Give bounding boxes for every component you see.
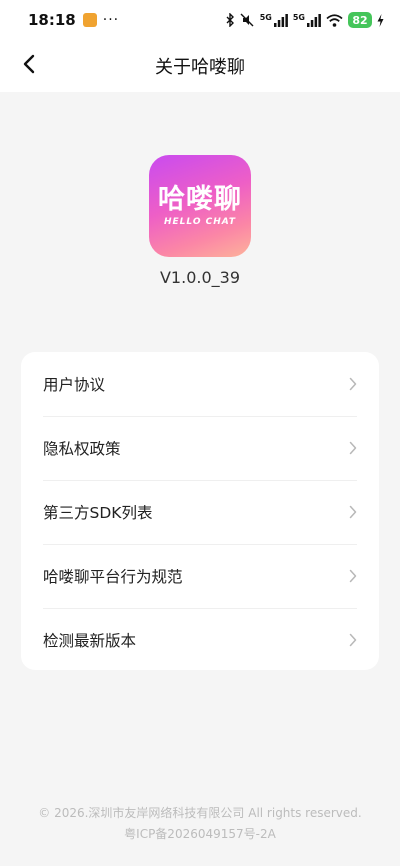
menu-item-check-update[interactable]: 检测最新版本 [21,608,379,670]
app-version: V1.0.0_39 [159,268,240,287]
menu-item-label: 第三方SDK列表 [43,504,153,522]
signal-type-label: 5G [259,13,272,22]
signal-icon [307,13,321,27]
back-button[interactable] [14,51,44,81]
battery-icon: 82 [348,12,372,28]
status-time: 18:18 [28,11,76,29]
chevron-right-icon [349,377,357,391]
menu-item-user-agreement[interactable]: 用户协议 [21,352,379,416]
footer-copyright: © 2026.深圳市友岸网络科技有限公司 All rights reserved… [38,806,362,820]
app-logo-subtext: HELLO CHAT [164,217,236,227]
menu-item-privacy-policy[interactable]: 隐私权政策 [21,416,379,480]
chevron-left-icon [22,54,36,78]
app-logo-text: 哈喽聊 [158,184,242,215]
chevron-right-icon [349,633,357,647]
status-bar: 18:18 ··· 5G 5G 82 [0,0,400,40]
chevron-right-icon [349,505,357,519]
wifi-icon [326,13,343,27]
menu-item-label: 用户协议 [43,376,106,394]
about-menu-list: 用户协议 隐私权政策 第三方SDK列表 哈喽聊平台行为规范 检测最新版本 [21,352,379,670]
signal-type-label: 5G [292,13,305,22]
charging-icon [377,13,384,27]
more-notifications-icon: ··· [102,12,120,28]
bluetooth-icon [225,13,235,27]
app-logo: 哈喽聊 HELLO CHAT [149,155,251,257]
menu-item-platform-rules[interactable]: 哈喽聊平台行为规范 [21,544,379,608]
page-title: 关于哈喽聊 [155,57,245,78]
mute-icon [240,13,255,27]
footer-icp: 粤ICP备2026049157号-2A [124,827,276,841]
about-screen: 18:18 ··· 5G 5G 82 关于哈喽聊 哈喽聊 HELLO CHAT … [0,0,400,866]
status-icons: 5G 5G 82 [225,12,384,28]
chevron-right-icon [349,569,357,583]
menu-item-label: 隐私权政策 [43,440,121,458]
notification-app-icon [82,13,97,27]
menu-item-label: 检测最新版本 [43,632,137,650]
menu-item-label: 哈喽聊平台行为规范 [43,568,183,586]
signal-icon [273,13,288,27]
menu-item-third-party-sdk[interactable]: 第三方SDK列表 [21,480,379,544]
chevron-right-icon [349,441,357,455]
nav-bar: 关于哈喽聊 [0,40,400,92]
